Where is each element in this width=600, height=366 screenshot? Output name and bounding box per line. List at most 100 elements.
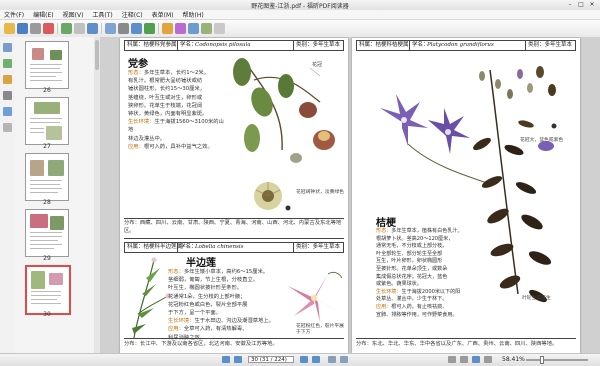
comment-icon[interactable] — [162, 23, 173, 34]
body-line: 林边及灌丛中。 — [128, 135, 166, 142]
zoom-level[interactable]: 58.41% — [502, 356, 525, 364]
forward-icon[interactable] — [340, 356, 348, 363]
zoom-slider[interactable] — [526, 359, 588, 361]
status-bar: 30 (31 / 224) 58.41% — [0, 353, 600, 366]
last-page-icon[interactable] — [312, 356, 320, 363]
flower-caption: 花冠粉红色，裂片平展于下方 — [296, 324, 344, 335]
body-line: 于下方，呈一个平面。 — [168, 310, 221, 317]
snapshot-icon[interactable] — [144, 23, 155, 34]
thumbnail-page[interactable] — [25, 97, 69, 145]
page-icon[interactable] — [61, 23, 72, 34]
thumbnail-page-selected[interactable] — [25, 265, 71, 315]
entry-header: 科属：桔梗科半边莲属 学名： Lobelia chinensis 类别：多年生草… — [124, 242, 344, 253]
body-line: 至披针形。花单朵顶生，或数朵 — [376, 265, 448, 272]
prev-page-icon[interactable] — [234, 356, 242, 363]
text-select-icon[interactable] — [118, 23, 129, 34]
pages-panel-icon[interactable] — [3, 43, 12, 52]
entry-body: 形态：多年生草本，长约1～2米。 有乳汁。根常肥大呈纺锤状或纺 锤状圆柱形，长约… — [128, 69, 226, 151]
menu-form[interactable]: 表单(M) — [152, 10, 174, 19]
menu-file[interactable]: 文件(F) — [4, 10, 24, 19]
family-label: 科属：桔梗科桔梗属 — [359, 42, 409, 48]
minimize-button[interactable]: – — [566, 1, 574, 8]
signatures-icon[interactable] — [3, 123, 12, 132]
body-line: 或紫色。蒴果球状。 — [376, 281, 422, 288]
continuous-view-icon[interactable] — [460, 356, 468, 363]
navigation-panel-strip — [0, 37, 16, 353]
menu-view[interactable]: 视图(V) — [63, 10, 84, 19]
window-title: 野花图鉴-江浙.pdf - 福昕PDF阅读器 — [251, 3, 349, 10]
annotations-icon[interactable] — [3, 75, 12, 84]
flower-closeup — [254, 182, 291, 211]
entry-header: 科属：桔梗科桔梗属 学名： Platycodon grandiflorus 类别… — [356, 40, 576, 51]
open-folder-icon[interactable] — [4, 23, 15, 34]
thumbnail-label: 27 — [43, 143, 51, 150]
bookmarks-icon[interactable] — [3, 59, 12, 68]
layers-icon[interactable] — [3, 91, 12, 100]
body-line: 锤状圆柱形，长约15～30厘米， — [128, 86, 206, 93]
body-line: 生长环境：生于水田边、沟边及潮湿草地上。 — [168, 318, 274, 325]
body-line: 花通常1朵，生分枝的上部叶腋； — [168, 293, 246, 300]
thumbnail-page[interactable] — [25, 153, 69, 201]
scientific-name: Platycodon grandiflorus — [427, 42, 494, 48]
flower-caption: 花冠阔钟状，淡黄绿色 — [296, 190, 344, 195]
body-line: 生长环境：生于海拔1560～3100米的山地 — [128, 119, 224, 134]
menu-tools[interactable]: 工具(T) — [92, 10, 112, 19]
entry-title: 桔梗 — [376, 218, 396, 229]
select-text-icon[interactable] — [74, 23, 85, 34]
body-line: 形态：多年生矮小草本，高约6～15厘米。 — [168, 269, 269, 275]
body-line: 狭卵形。花单生于枝端，花冠阔 — [128, 102, 203, 109]
body-line: 应用：根可入药，具补中益气之效。 — [128, 143, 213, 150]
menu-bar: 文件(F) 编辑(E) 视图(V) 工具(T) 注释(C) 表单(M) 帮助(H… — [0, 10, 600, 20]
entry-body: 形态：多年生草本，植株有白色乳汁。 根胡萝卜状。茎高20～120厘米， 通常无毛… — [376, 228, 492, 319]
thumbnail-scroll-thumb[interactable] — [95, 40, 99, 70]
menu-help[interactable]: 帮助(H) — [183, 10, 204, 19]
thumbnail-page[interactable] — [25, 41, 69, 89]
save-icon[interactable] — [17, 23, 28, 34]
next-page-icon[interactable] — [300, 356, 308, 363]
thumbnail-page[interactable] — [25, 209, 69, 257]
body-line: 叶互生，椭圆状披针形至条形。 — [168, 285, 243, 292]
more-tools-icon[interactable] — [214, 23, 225, 34]
codonopsis-illustration: 花冠 — [233, 58, 335, 163]
menu-edit[interactable]: 编辑(E) — [33, 10, 53, 19]
scientific-name: Lobelia chinensis — [195, 244, 244, 250]
single-page-view-icon[interactable] — [448, 356, 456, 363]
body-line: 通常无毛，不分枝或上部分枝。 — [376, 243, 448, 250]
first-page-icon[interactable] — [222, 356, 230, 363]
menu-comment[interactable]: 注释(C) — [122, 10, 143, 19]
page-number-input[interactable]: 30 (31 / 224) — [248, 356, 294, 363]
thumbnail-label: 28 — [43, 199, 51, 206]
zoom-icon[interactable] — [131, 23, 142, 34]
rotate-icon[interactable] — [87, 23, 98, 34]
back-icon[interactable] — [328, 356, 336, 363]
entry-title: 半边莲 — [186, 258, 216, 269]
body-line: 应用：根可入药，有止咳祛痰、 — [376, 303, 448, 310]
entry-body: 形态：多年生矮小草本，高约6～15厘米。 茎细弱，匍匐，节上生根，分枝直立。 叶… — [168, 268, 286, 342]
entry-footer: 分布：东北、华北、华东、华中各省以及广东、广西、贵州、云南、四川、陕西等地。 — [356, 338, 576, 349]
zoom-slider-handle[interactable] — [540, 356, 544, 364]
attachments-icon[interactable] — [3, 107, 12, 116]
highlight-icon[interactable] — [175, 23, 186, 34]
type-label: 类别：多年生草本 — [296, 42, 341, 48]
entry-footer: 分布：长江中、下游及以南各省区，北达河南、安徽及江苏等地。 — [124, 338, 344, 349]
family-label: 科属：桔梗科半边莲属 — [127, 244, 183, 250]
body-line: 应用：全草可入药，有清热解毒、 — [168, 326, 248, 333]
close-button[interactable]: ✕ — [588, 1, 596, 8]
thumbnail-label: 30 — [43, 311, 51, 318]
hand-tool-icon[interactable] — [105, 23, 116, 34]
print-icon[interactable] — [30, 23, 41, 34]
body-line: 钟状，黄绿色，内面有明显紫斑。 — [128, 111, 208, 118]
type-label: 类别：多年生草本 — [528, 42, 573, 48]
maximize-button[interactable]: □ — [577, 1, 585, 8]
body-line: 形态：多年生草本，植株有白色乳汁。 — [376, 228, 463, 234]
body-line: 茎细弱，匍匐，节上生根，分枝直立。 — [168, 277, 259, 284]
thumbnail-label: 26 — [43, 87, 51, 94]
body-line: 形态：多年生草本，长约1～2米。 — [128, 70, 209, 76]
email-icon[interactable] — [43, 23, 54, 34]
typewriter-icon[interactable] — [188, 23, 199, 34]
facing-view-icon[interactable] — [472, 356, 480, 363]
scientific-name: Codonopsis pilosula — [195, 42, 251, 48]
stamp-icon[interactable] — [201, 23, 212, 34]
continuous-facing-view-icon[interactable] — [484, 356, 492, 363]
thumbnail-panel: 26 27 28 29 30 — [15, 37, 101, 353]
